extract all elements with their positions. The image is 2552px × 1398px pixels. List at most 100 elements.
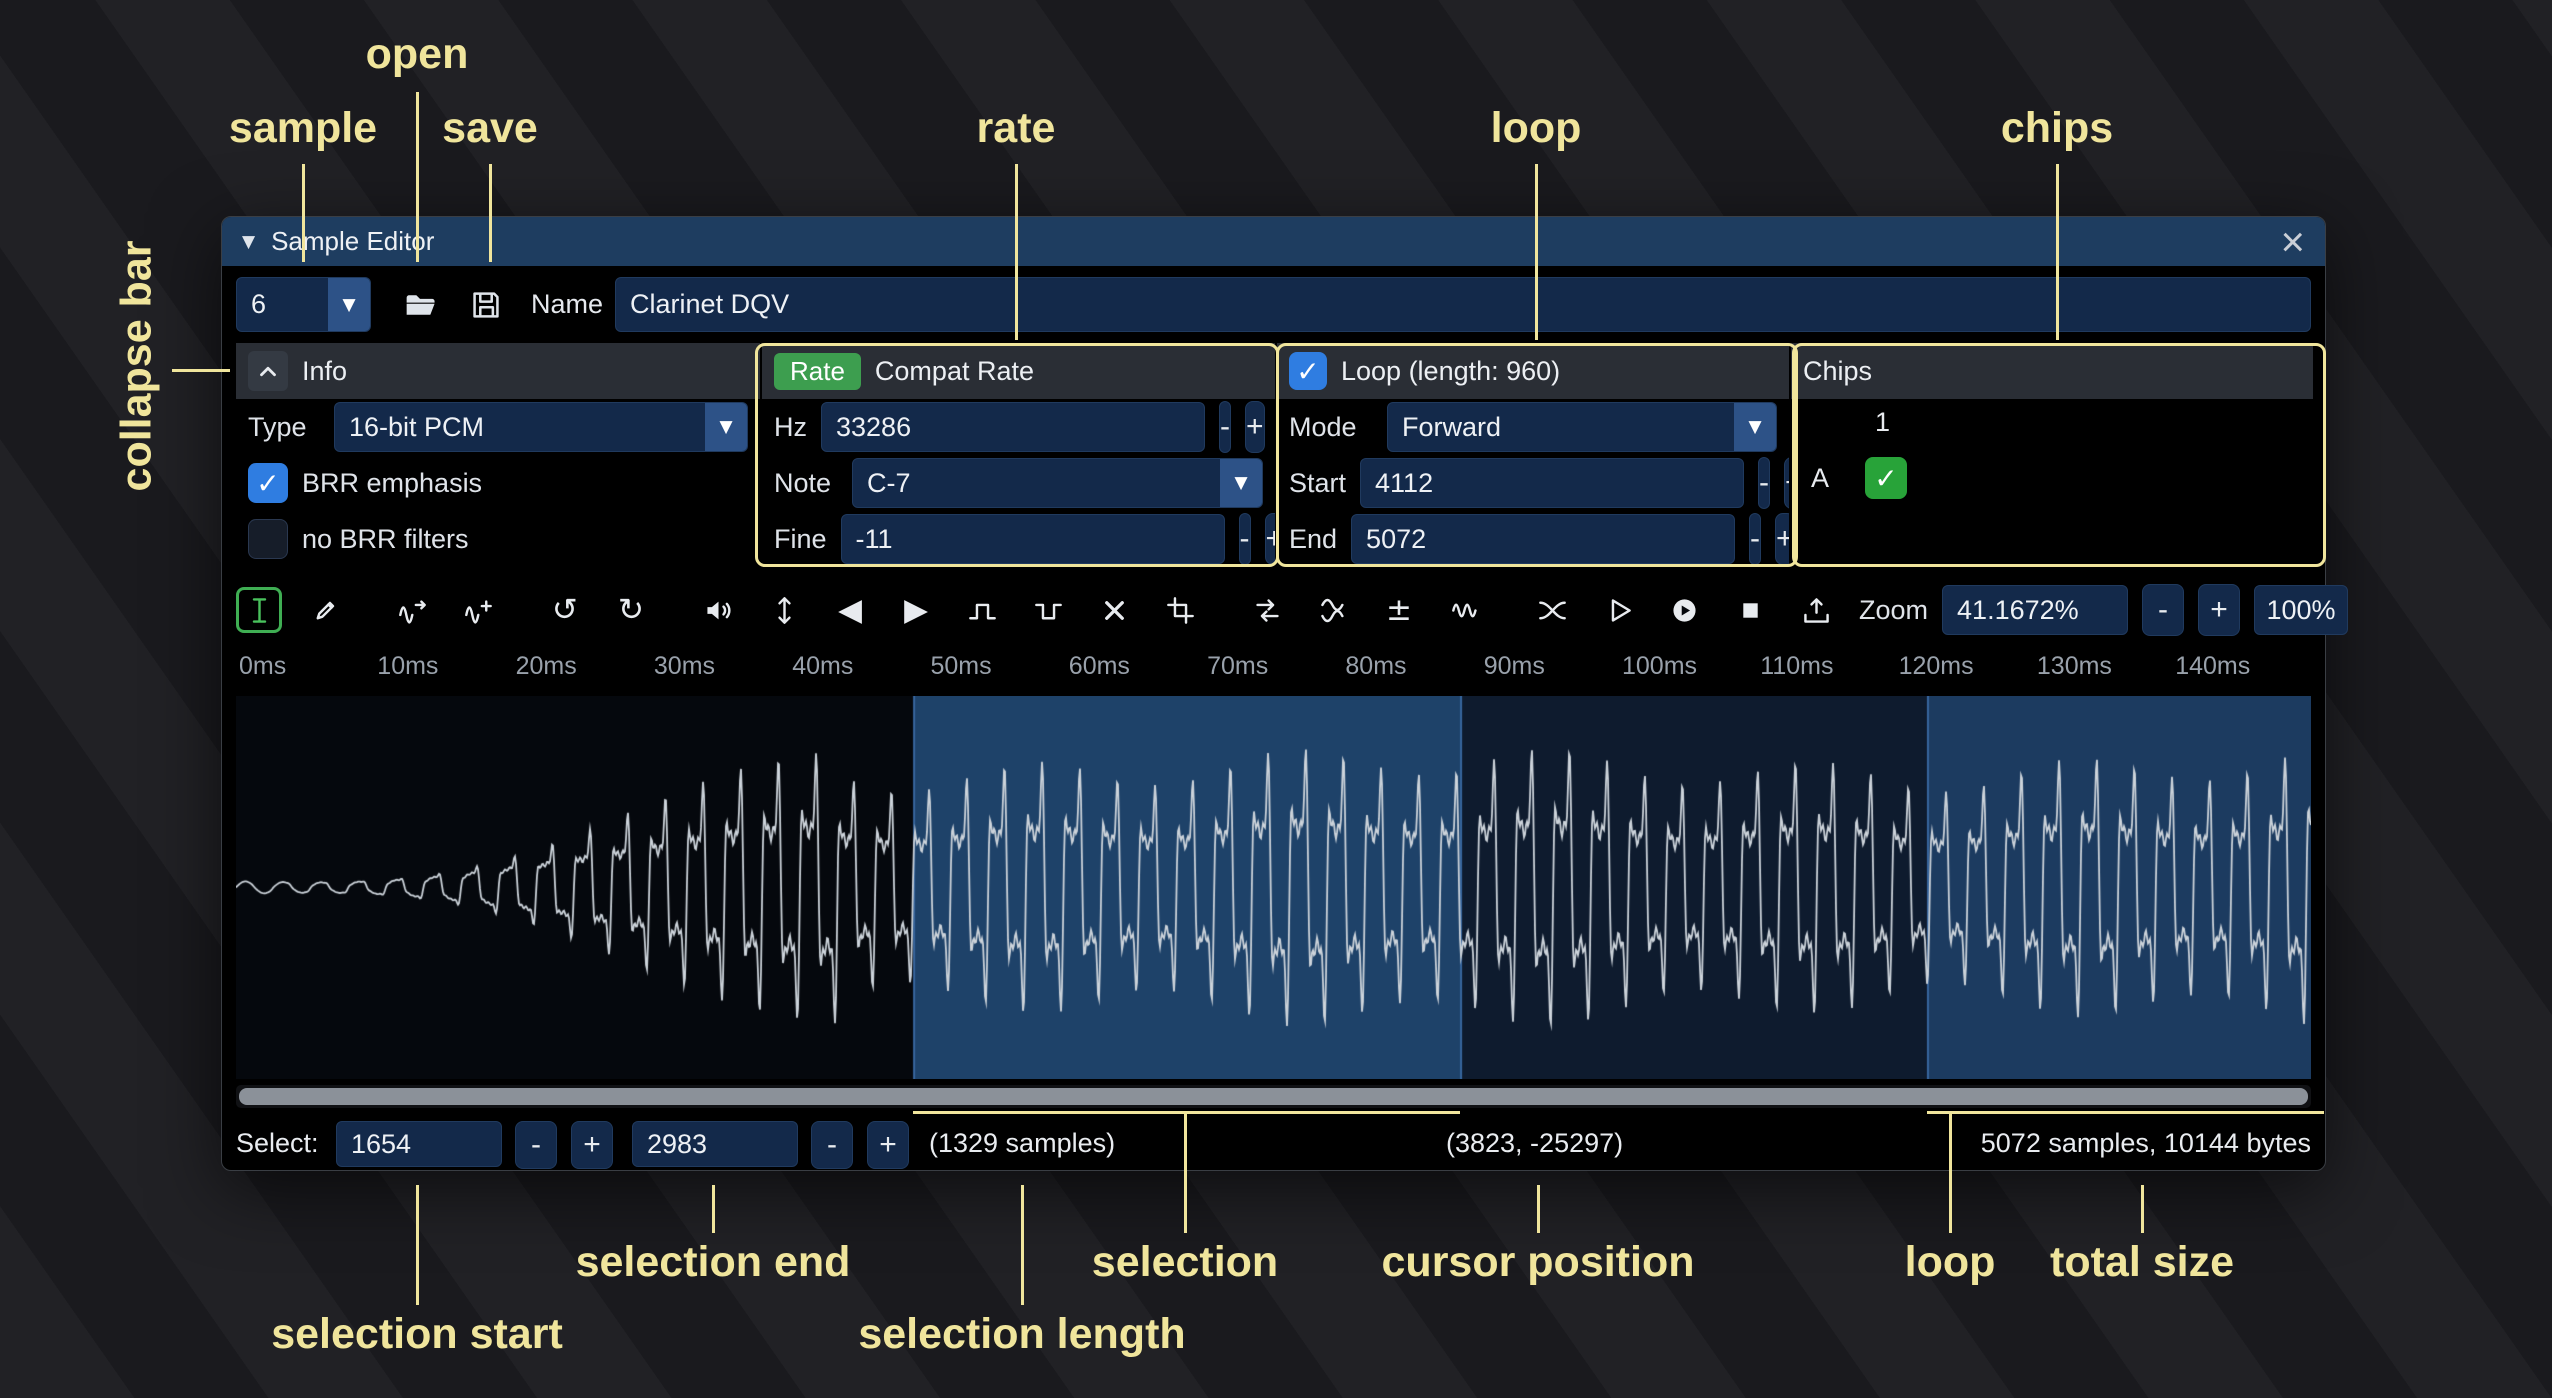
chevron-up-icon bbox=[255, 358, 281, 384]
sample-toolbar: ↺↻◀▶± Zoom - + 100% bbox=[236, 579, 2311, 641]
loop-end-input[interactable] bbox=[1351, 514, 1735, 564]
amplify-button[interactable] bbox=[695, 587, 741, 633]
selection-end-plus-button[interactable]: + bbox=[867, 1121, 909, 1169]
loop-mode-dropdown[interactable]: Forward ▼ bbox=[1387, 402, 1777, 452]
toolbar-separator bbox=[674, 595, 675, 625]
zoom-out-button[interactable]: - bbox=[2142, 584, 2184, 636]
invert-button[interactable] bbox=[1310, 587, 1356, 633]
draw-mode-button[interactable] bbox=[302, 587, 348, 633]
apply-silence-button[interactable] bbox=[1025, 587, 1071, 633]
no-brr-filters-checkbox[interactable] bbox=[248, 519, 288, 559]
chip-number: 1 bbox=[1875, 407, 1890, 438]
waveform-canvas[interactable] bbox=[236, 696, 2311, 1079]
filter-icon bbox=[1450, 595, 1481, 626]
toolbar-separator bbox=[521, 595, 522, 625]
selection-end-minus-button[interactable]: - bbox=[811, 1121, 853, 1169]
fade-out-button[interactable]: ▶ bbox=[893, 587, 939, 633]
window-title: Sample Editor bbox=[271, 226, 434, 257]
collapse-bar-button[interactable] bbox=[248, 351, 288, 391]
zoom-input[interactable] bbox=[1942, 585, 2128, 635]
play-note-button[interactable] bbox=[1661, 587, 1707, 633]
redo-button[interactable]: ↻ bbox=[608, 587, 654, 633]
annotation-sample: sample bbox=[229, 104, 377, 153]
brr-emphasis-checkbox[interactable]: ✓ bbox=[248, 463, 288, 503]
signedness-button[interactable]: ± bbox=[1376, 587, 1422, 633]
zoom-controls: Zoom - + 100% bbox=[1859, 584, 2348, 636]
chip-enable-checkbox[interactable]: ✓ bbox=[1865, 457, 1907, 499]
selection-start-minus-button[interactable]: - bbox=[515, 1121, 557, 1169]
total-size-text: 5072 samples, 10144 bytes bbox=[1981, 1128, 2311, 1159]
close-icon[interactable]: × bbox=[2280, 224, 2305, 260]
crossfade-button[interactable] bbox=[1529, 587, 1575, 633]
toolbar-icons: ↺ ↻ ◀ ▶ ± bbox=[236, 587, 1839, 633]
loop-mode-label: Mode bbox=[1289, 412, 1373, 443]
note-value: C-7 bbox=[867, 468, 1220, 499]
ruler-label: 40ms bbox=[792, 652, 853, 681]
resample-icon bbox=[397, 595, 428, 626]
rate-header: Rate Compat Rate bbox=[762, 343, 1275, 399]
ruler-label: 140ms bbox=[2175, 652, 2250, 681]
rate-tab-active[interactable]: Rate bbox=[774, 353, 861, 390]
signedness-icon: ± bbox=[1386, 595, 1412, 626]
fine-input[interactable] bbox=[841, 514, 1225, 564]
time-ruler[interactable]: 0ms10ms20ms30ms40ms50ms60ms70ms80ms90ms1… bbox=[236, 645, 2311, 687]
hz-label: Hz bbox=[774, 412, 807, 443]
sample-number-dropdown[interactable]: 6 ▼ bbox=[236, 277, 371, 332]
filter-button[interactable] bbox=[1442, 587, 1488, 633]
hz-input[interactable] bbox=[821, 402, 1205, 452]
annotation-open: open bbox=[366, 30, 469, 79]
zoom-reset-button[interactable]: 100% bbox=[2254, 585, 2348, 635]
import-button[interactable] bbox=[1793, 587, 1839, 633]
hz-minus-button[interactable]: - bbox=[1219, 401, 1231, 453]
hz-plus-button[interactable]: + bbox=[1245, 401, 1265, 453]
zoom-in-button[interactable]: + bbox=[2198, 584, 2240, 636]
sample-number-value: 6 bbox=[251, 289, 328, 320]
stop-button[interactable] bbox=[1727, 587, 1773, 633]
delete-button[interactable] bbox=[1091, 587, 1137, 633]
select-mode-icon bbox=[244, 595, 275, 626]
open-sample-button[interactable] bbox=[397, 280, 443, 330]
ruler-label: 30ms bbox=[654, 652, 715, 681]
resample-button[interactable] bbox=[389, 587, 435, 633]
trim-button[interactable] bbox=[1157, 587, 1203, 633]
loop-end-plus-button[interactable]: + bbox=[1775, 513, 1789, 565]
annotation-chips: chips bbox=[2001, 104, 2113, 153]
loop-enable-checkbox[interactable]: ✓ bbox=[1289, 352, 1327, 390]
sample-type-dropdown[interactable]: 16-bit PCM ▼ bbox=[334, 402, 748, 452]
normalize-button[interactable] bbox=[761, 587, 807, 633]
loop-start-minus-button[interactable]: - bbox=[1758, 457, 1770, 509]
annotation-line bbox=[1021, 1185, 1024, 1305]
fade-out-icon: ▶ bbox=[904, 595, 928, 626]
loop-start-input[interactable] bbox=[1360, 458, 1744, 508]
undo-button[interactable]: ↺ bbox=[542, 587, 588, 633]
chevron-down-icon: ▼ bbox=[1734, 403, 1776, 451]
insert-silence-button[interactable] bbox=[959, 587, 1005, 633]
titlebar: ▼ Sample Editor × bbox=[222, 217, 2325, 266]
sample-name-input[interactable] bbox=[615, 277, 2311, 332]
scrollbar-thumb[interactable] bbox=[239, 1088, 2308, 1105]
check-icon: ✓ bbox=[1874, 462, 1897, 495]
window-collapse-icon[interactable]: ▼ bbox=[242, 232, 255, 252]
annotation-selection: selection bbox=[1092, 1238, 1278, 1287]
save-sample-button[interactable] bbox=[463, 280, 509, 330]
selection-end-input[interactable] bbox=[632, 1121, 798, 1167]
fine-plus-button[interactable]: + bbox=[1265, 513, 1275, 565]
ruler-label: 80ms bbox=[1345, 652, 1406, 681]
sample-type-value: 16-bit PCM bbox=[349, 412, 705, 443]
loop-start-plus-button[interactable]: + bbox=[1784, 457, 1789, 509]
fine-minus-button[interactable]: - bbox=[1239, 513, 1251, 565]
preview-button[interactable] bbox=[1595, 587, 1641, 633]
select-mode-button[interactable] bbox=[236, 587, 282, 633]
toolbar-separator bbox=[1223, 595, 1224, 625]
selection-start-plus-button[interactable]: + bbox=[571, 1121, 613, 1169]
compat-rate-tab[interactable]: Compat Rate bbox=[875, 356, 1034, 387]
note-dropdown[interactable]: C-7 ▼ bbox=[852, 458, 1263, 508]
loop-end-minus-button[interactable]: - bbox=[1749, 513, 1761, 565]
reverse-button[interactable] bbox=[1244, 587, 1290, 633]
fine-label: Fine bbox=[774, 524, 827, 555]
status-bar: Select: - + - + (1329 samples) (3823, -2… bbox=[236, 1118, 2311, 1170]
selection-start-input[interactable] bbox=[336, 1121, 502, 1167]
fade-in-button[interactable]: ◀ bbox=[827, 587, 873, 633]
wavetable-button[interactable] bbox=[455, 587, 501, 633]
draw-mode-icon bbox=[310, 595, 341, 626]
